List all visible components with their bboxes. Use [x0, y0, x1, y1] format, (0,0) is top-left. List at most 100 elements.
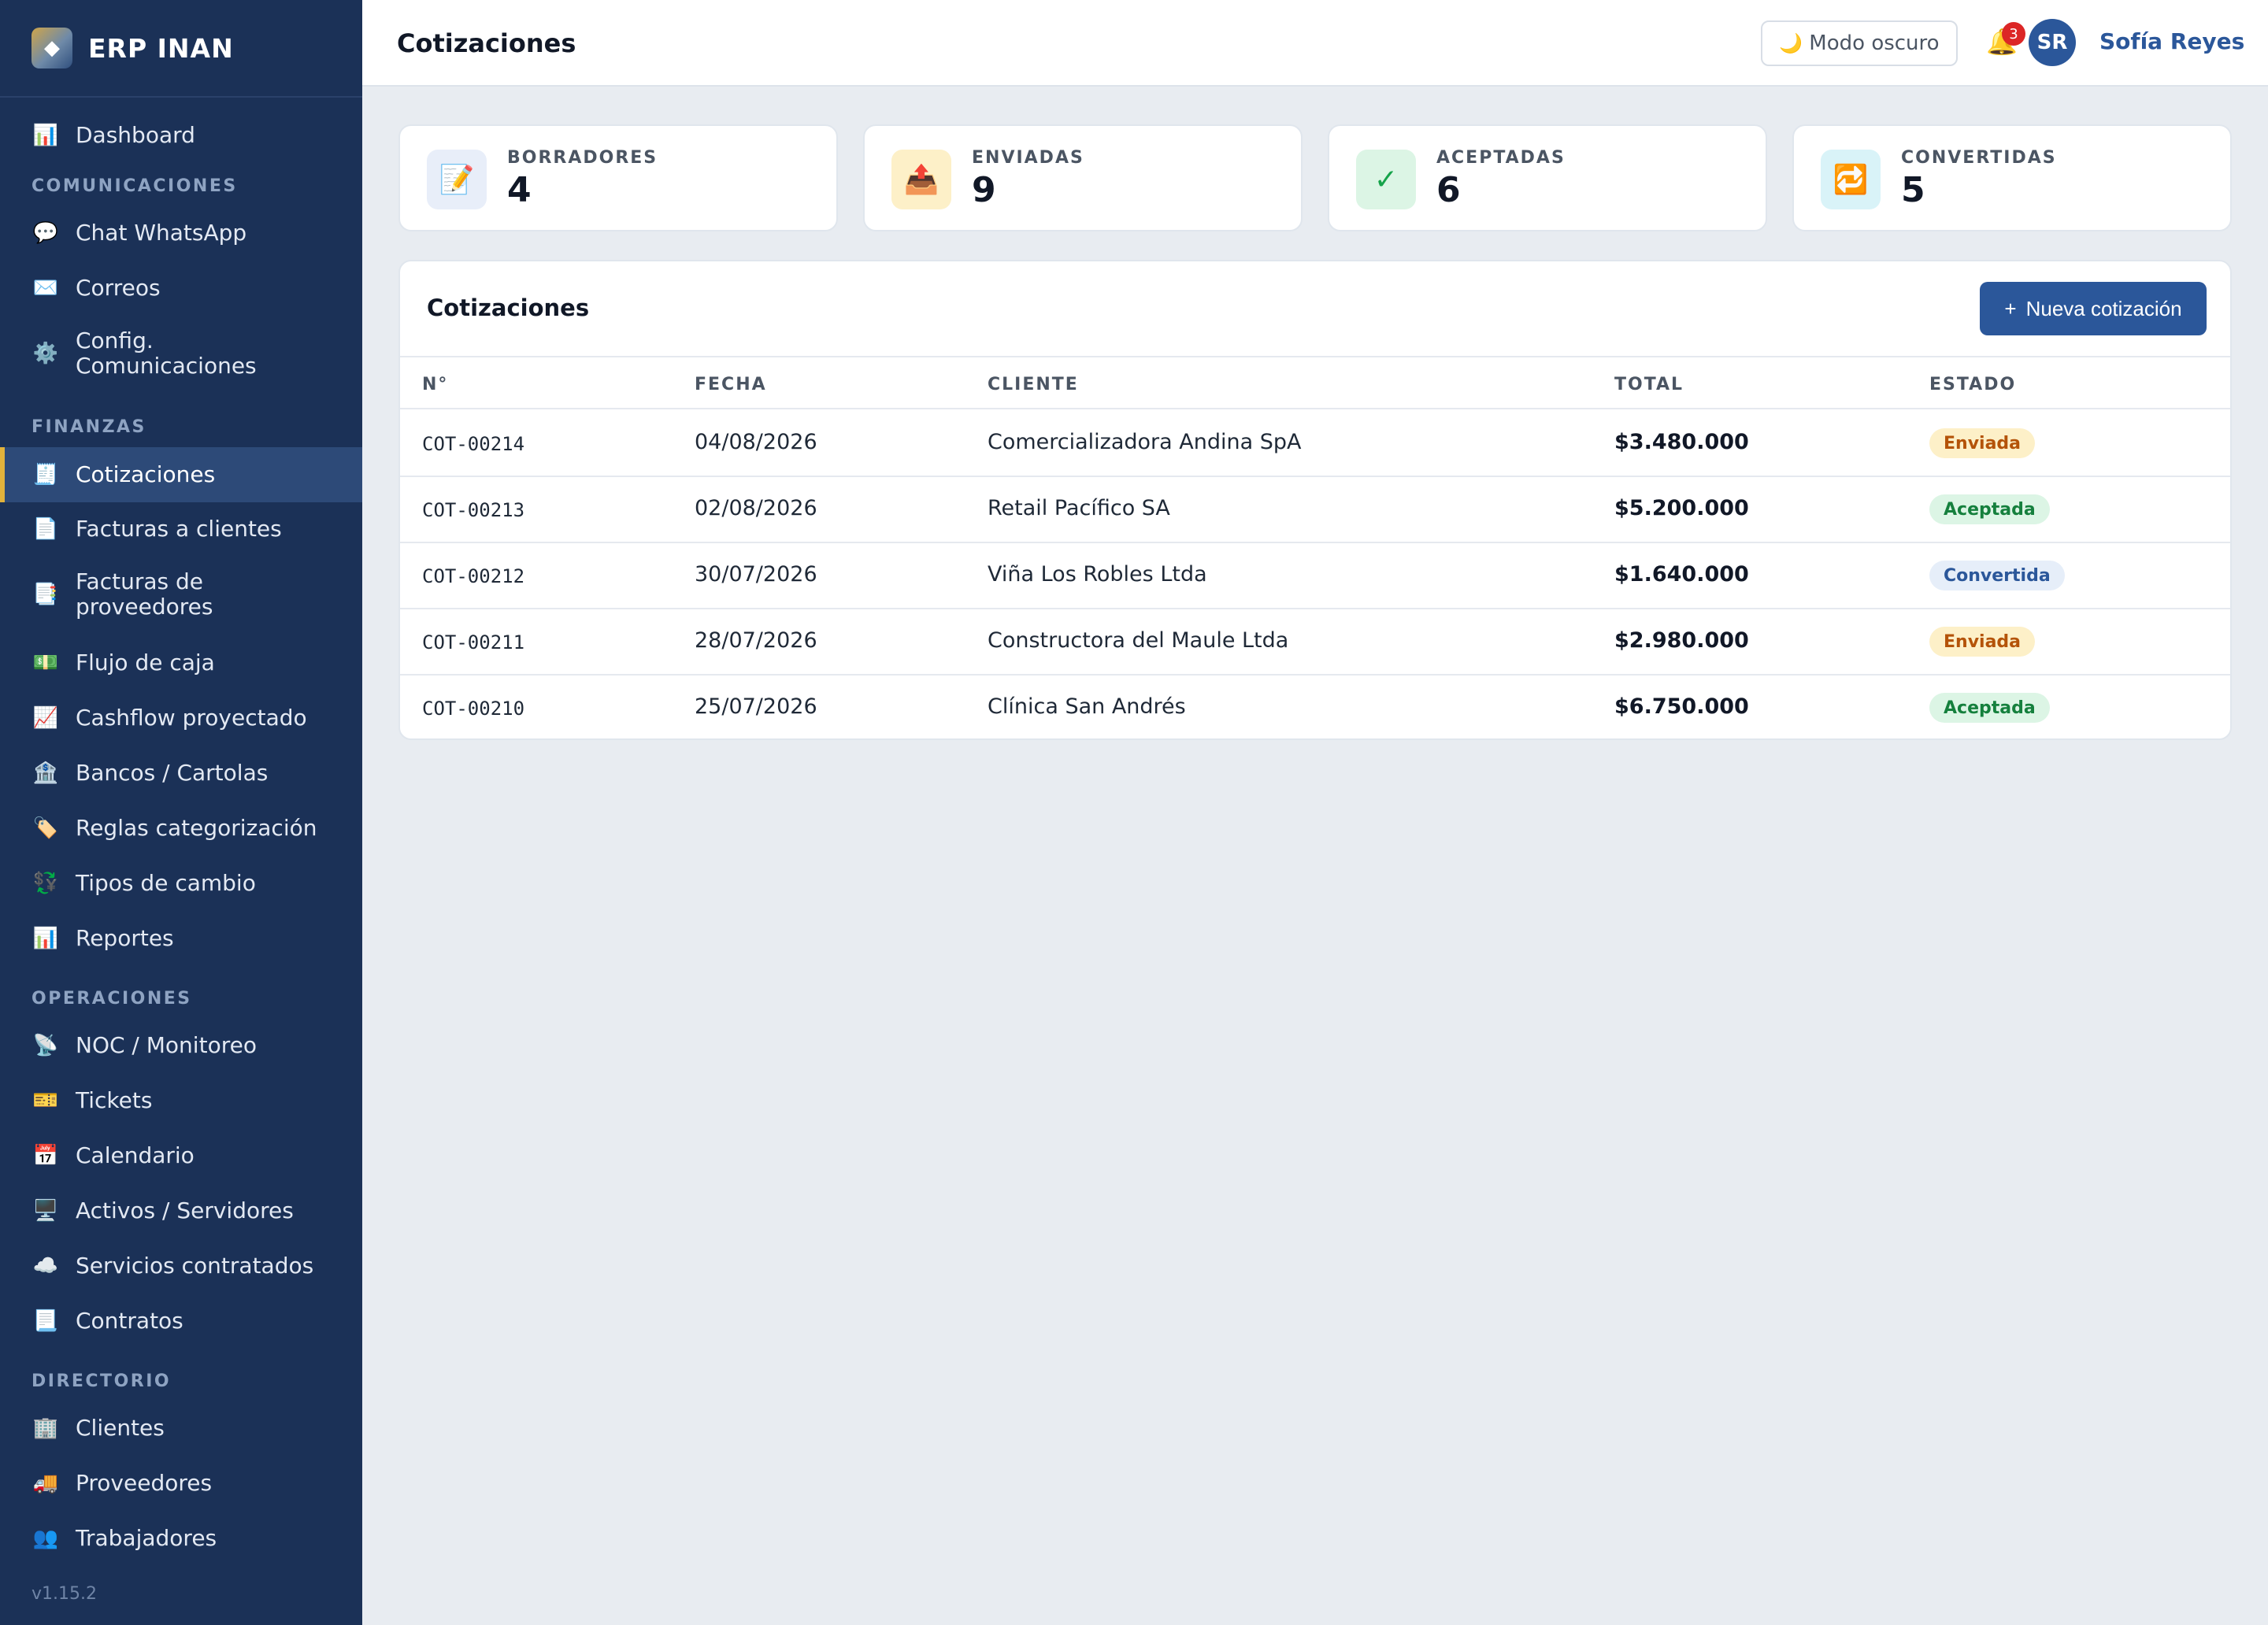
people-icon: 👥	[32, 1527, 59, 1550]
table-row[interactable]: COT-00210 25/07/2026 Clínica San Andrés $6.…	[400, 676, 2230, 738]
sidebar-item-reportes[interactable]: 📊 Reportes	[0, 913, 362, 964]
quote-number[interactable]: COT-00211	[422, 631, 524, 653]
sidebar-item-label: Tickets	[76, 1087, 153, 1113]
stat-card-borradores[interactable]: 📝 BORRADORES 4	[398, 124, 838, 231]
nav-section-title: DIRECTORIO	[32, 1371, 172, 1391]
sidebar-item-label: Bancos / Cartolas	[76, 760, 269, 786]
sidebar-item-calendario[interactable]: 📅 Calendario	[0, 1131, 362, 1181]
sidebar-item-chat-whatsapp[interactable]: 💬 Chat WhatsApp	[0, 208, 362, 258]
check-icon: ✓	[1356, 150, 1416, 209]
sidebar-item-label: Facturas de proveedores	[76, 568, 213, 620]
sidebar-item-label: Dashboard	[76, 122, 195, 148]
stat-card-aceptadas[interactable]: ✓ ACEPTADAS 6	[1328, 124, 1767, 231]
stat-card-convertidas[interactable]: 🔁 CONVERTIDAS 5	[1792, 124, 2232, 231]
sidebar-item-label: Trabajadores	[76, 1525, 217, 1551]
sidebar-item-tickets[interactable]: 🎫 Tickets	[0, 1075, 362, 1126]
sidebar-item-reglas-categorización[interactable]: 🏷️ Reglas categorización	[0, 803, 362, 853]
quote-date: 25/07/2026	[695, 694, 817, 719]
outbox-icon: 📤	[891, 150, 951, 209]
sidebar-item-cotizaciones[interactable]: 🧾 Cotizaciones	[0, 447, 362, 502]
brand-name: ERP INAN	[88, 32, 234, 64]
sidebar-item-proveedores[interactable]: 🚚 Proveedores	[0, 1458, 362, 1508]
stat-card-enviadas[interactable]: 📤 ENVIADAS 9	[863, 124, 1303, 231]
sidebar-item-label: Reportes	[76, 925, 174, 951]
stat-label: CONVERTIDAS	[1901, 148, 2057, 168]
new-quote-label: Nueva cotización	[2025, 296, 2182, 320]
moon-icon: 🌙	[1779, 32, 1803, 54]
sidebar-item-label: Reglas categorización	[76, 815, 317, 841]
sidebar-item-label: Config. Comunicaciones	[76, 328, 257, 379]
bank-icon: 🏦	[32, 761, 59, 785]
dark-mode-label: Modo oscuro	[1809, 31, 1940, 55]
stat-value: 4	[507, 170, 532, 210]
quote-number[interactable]: COT-00210	[422, 698, 524, 720]
report-icon: 📊	[32, 927, 59, 950]
column-header-status[interactable]: ESTADO	[1929, 375, 2016, 394]
app-version: v1.15.2	[32, 1584, 97, 1604]
sidebar-item-label: Flujo de caja	[76, 650, 215, 676]
quote-number[interactable]: COT-00214	[422, 433, 524, 455]
quotes-panel: Cotizaciones + Nueva cotización N° FECHA…	[398, 260, 2232, 740]
quote-number[interactable]: COT-00213	[422, 499, 524, 521]
sidebar-item-config-comunicaciones[interactable]: ⚙️ Config. Comunicaciones	[0, 318, 362, 389]
page-title: Cotizaciones	[397, 28, 576, 58]
panel-title: Cotizaciones	[427, 294, 590, 321]
table-row[interactable]: COT-00212 30/07/2026 Viña Los Robles Ltda $…	[400, 543, 2230, 609]
column-header-client[interactable]: CLIENTE	[988, 375, 1079, 394]
ticket-icon: 🎫	[32, 1089, 59, 1112]
quote-date: 30/07/2026	[695, 562, 817, 587]
antenna-icon: 📡	[32, 1034, 59, 1057]
nav-section-title: COMUNICACIONES	[32, 176, 238, 196]
sidebar-item-cashflow-proyectado[interactable]: 📈 Cashflow proyectado	[0, 693, 362, 743]
column-header-total[interactable]: TOTAL	[1614, 375, 1684, 394]
sidebar-item-trabajadores[interactable]: 👥 Trabajadores	[0, 1513, 362, 1564]
topbar: Cotizaciones 🌙 Modo oscuro 🔔 3 SR Sofía …	[362, 0, 2268, 87]
sidebar-item-flujo-de-caja[interactable]: 💵 Flujo de caja	[0, 638, 362, 688]
quote-total: $3.480.000	[1614, 430, 1749, 454]
quote-date: 02/08/2026	[695, 496, 817, 520]
sidebar-item-correos[interactable]: ✉️ Correos	[0, 263, 362, 313]
sidebar-item-servicios-contratados[interactable]: ☁️ Servicios contratados	[0, 1241, 362, 1291]
new-quote-button[interactable]: + Nueva cotización	[1980, 282, 2207, 335]
truck-icon: 🚚	[32, 1471, 59, 1495]
sidebar-item-clientes[interactable]: 🏢 Clientes	[0, 1403, 362, 1453]
notification-count-badge: 3	[2002, 22, 2025, 46]
quote-date: 04/08/2026	[695, 430, 817, 454]
sidebar-item-dashboard[interactable]: 📊 Dashboard	[0, 110, 362, 161]
sidebar-item-activos-servidores[interactable]: 🖥️ Activos / Servidores	[0, 1186, 362, 1236]
quote-client: Constructora del Maule Ltda	[988, 628, 1289, 653]
gear-icon: ⚙️	[32, 342, 59, 365]
sidebar-item-label: Chat WhatsApp	[76, 220, 247, 246]
sidebar-item-label: Facturas a clientes	[76, 516, 282, 542]
quote-date: 28/07/2026	[695, 628, 817, 653]
sidebar-item-facturas-a-clientes[interactable]: 📄 Facturas a clientes	[0, 504, 362, 554]
cash-icon: 💵	[32, 651, 59, 675]
avatar[interactable]: SR	[2029, 19, 2076, 66]
user-name[interactable]: Sofía Reyes	[2099, 28, 2244, 54]
quote-client: Viña Los Robles Ltda	[988, 562, 1207, 587]
quote-client: Clínica San Andrés	[988, 694, 1186, 719]
table-header: N° FECHA CLIENTE TOTAL ESTADO	[400, 356, 2230, 409]
status-badge: Enviada	[1929, 428, 2036, 458]
sidebar-item-tipos-de-cambio[interactable]: 💱 Tipos de cambio	[0, 858, 362, 909]
column-header-date[interactable]: FECHA	[695, 375, 767, 394]
quote-number[interactable]: COT-00212	[422, 565, 524, 587]
quote-client: Comercializadora Andina SpA	[988, 430, 1302, 454]
document-icon: 📄	[32, 517, 59, 541]
table-row[interactable]: COT-00211 28/07/2026 Constructora del Maul…	[400, 609, 2230, 676]
sidebar-item-bancos-cartolas[interactable]: 🏦 Bancos / Cartolas	[0, 748, 362, 798]
column-header-number[interactable]: N°	[422, 375, 448, 394]
sidebar-item-contratos[interactable]: 📃 Contratos	[0, 1296, 362, 1346]
status-badge: Aceptada	[1929, 494, 2050, 524]
building-icon: 🏢	[32, 1416, 59, 1440]
table-row[interactable]: COT-00214 04/08/2026 Comercializadora Andi…	[400, 411, 2230, 477]
contract-icon: 📃	[32, 1309, 59, 1333]
brand[interactable]: ◆ ERP INAN	[0, 0, 362, 98]
receipt-icon: 🧾	[32, 463, 59, 487]
nav-section-title: OPERACIONES	[32, 989, 192, 1009]
table-row[interactable]: COT-00213 02/08/2026 Retail Pacífico SA $5.…	[400, 477, 2230, 543]
status-badge: Enviada	[1929, 627, 2036, 657]
dark-mode-button[interactable]: 🌙 Modo oscuro	[1761, 20, 1958, 66]
sidebar-item-noc-monitoreo[interactable]: 📡 NOC / Monitoreo	[0, 1020, 362, 1071]
sidebar-item-facturas-de-proveedores[interactable]: 📑 Facturas de proveedores	[0, 559, 362, 630]
